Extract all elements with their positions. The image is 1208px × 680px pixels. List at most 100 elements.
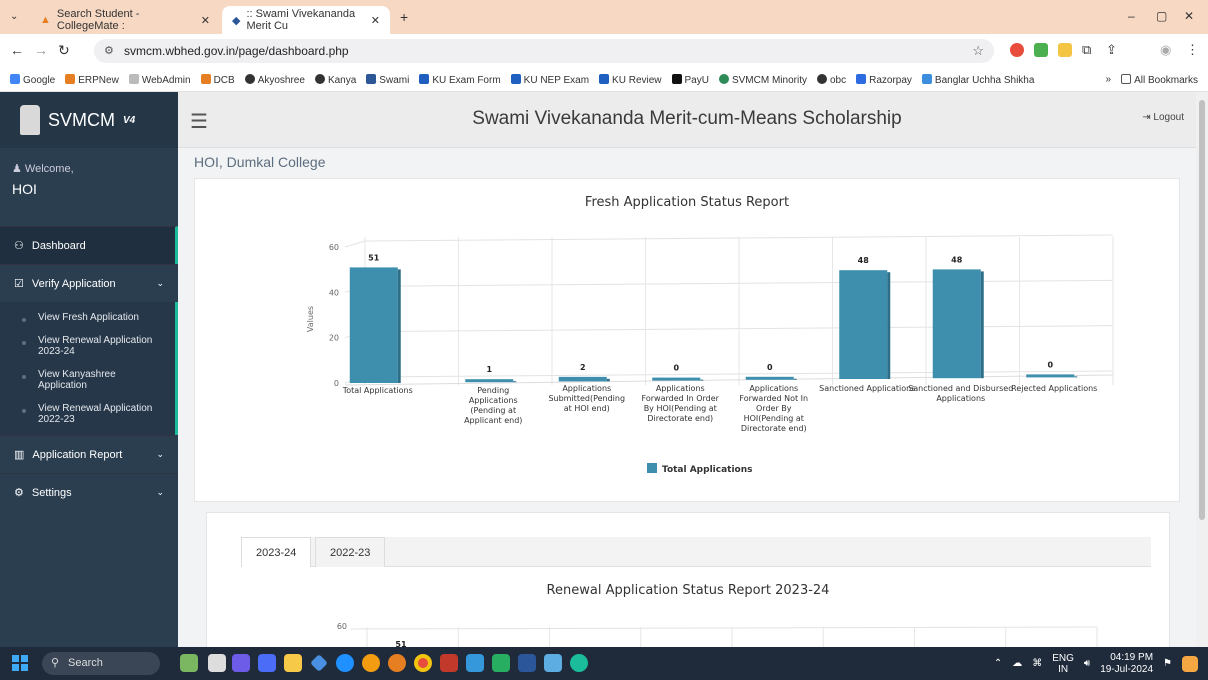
data-label: 51 (368, 253, 380, 262)
bar-chart-icon: ▥ (14, 449, 25, 461)
site-info-icon[interactable]: ⚙ (104, 39, 114, 63)
scrollbar-thumb[interactable] (1199, 100, 1205, 520)
restore-button[interactable]: ▢ (1156, 9, 1167, 23)
bookmark-payu[interactable]: PayU (671, 73, 709, 86)
volume-icon[interactable]: 🔊︎ (1084, 658, 1090, 669)
bar-side (700, 379, 704, 381)
x-tick-label: Rejected Applications (1011, 384, 1097, 393)
network-icon[interactable]: ⌘ (1032, 658, 1042, 669)
sidebar-item-application-report[interactable]: ▥ Application Report ⌄ (0, 435, 178, 473)
bookmark-svmcm-minority[interactable]: SVMCM Minority (718, 73, 807, 86)
start-button[interactable] (12, 655, 28, 671)
bar (839, 270, 888, 379)
chevron-up-icon[interactable]: ⌃ (994, 658, 1002, 669)
bookmark-google[interactable]: Google (10, 73, 55, 86)
banglar-icon (921, 73, 932, 84)
data-label: 48 (951, 255, 963, 264)
forward-icon[interactable]: → (34, 42, 48, 58)
close-icon[interactable]: ✕ (201, 14, 210, 27)
bookmark-banglar-uchha-shikha[interactable]: Banglar Uchha Shikha (921, 73, 1034, 86)
all-bookmarks-button[interactable]: All Bookmarks (1121, 73, 1198, 86)
minimize-button[interactable]: – (1128, 9, 1135, 23)
new-tab-button[interactable]: + (400, 9, 408, 25)
star-icon[interactable]: ☆ (972, 39, 984, 63)
edge-icon[interactable] (336, 654, 354, 672)
back-icon[interactable]: ← (10, 42, 24, 58)
sidebar-item-dashboard[interactable]: ⚇ Dashboard (0, 226, 178, 264)
adblock-extension-icon[interactable] (1010, 43, 1024, 57)
sidebar: SVMCM V4 ♟ Welcome, HOI ⚇ Dashboard ☑ Ver… (0, 92, 178, 647)
globe-icon (314, 73, 325, 84)
browser-tab-svmcm[interactable]: ◆ :: Swami Vivekananda Merit Cu ✕ (222, 6, 390, 34)
extension-icon[interactable] (1058, 43, 1072, 57)
notification-icon[interactable]: ⚑ (1163, 658, 1172, 669)
tab-search-icon[interactable]: ⌄ (10, 11, 18, 22)
chevron-down-icon: ⌄ (156, 449, 164, 459)
bar (465, 379, 514, 383)
browser-tab-collegemate[interactable]: ▲ Search Student - CollegeMate : ✕ (30, 6, 220, 34)
chrome-icon[interactable] (414, 654, 432, 672)
weather-app-icon[interactable] (180, 654, 198, 672)
bookmark-kanya[interactable]: Kanya (314, 73, 356, 86)
teams-work-icon[interactable] (258, 654, 276, 672)
globe-icon (244, 73, 255, 84)
bar (558, 376, 607, 382)
notepad-icon[interactable] (544, 654, 562, 672)
bookmark-razorpay[interactable]: Razorpay (856, 73, 912, 86)
logout-button[interactable]: ⇥ Logout (1142, 112, 1184, 123)
close-window-button[interactable]: ✕ (1184, 9, 1194, 23)
firefox-icon[interactable] (388, 654, 406, 672)
taskbar-search[interactable]: ⚲ Search (42, 652, 160, 675)
onedrive-icon[interactable]: ☁ (1012, 658, 1022, 669)
submenu-view-kanyashree[interactable]: View Kanyashree Application (0, 363, 175, 397)
page-scrollbar[interactable] (1196, 92, 1208, 647)
x-tick-label: Applications Forwarded Not In Order By HOI(… (739, 384, 808, 433)
svmcm-icon (366, 73, 377, 84)
acrobat-icon[interactable] (440, 654, 458, 672)
extensions-puzzle-icon[interactable]: ⧉ (1082, 42, 1091, 58)
chevron-down-icon: ⌄ (156, 487, 164, 497)
bar-side (793, 378, 797, 380)
url-field[interactable]: ⚙ svmcm.wbhed.gov.in/page/dashboard.php … (94, 39, 994, 63)
profile-icon[interactable]: ⇪ (1106, 42, 1117, 58)
app-icon[interactable] (466, 654, 484, 672)
word-icon[interactable] (518, 654, 536, 672)
language-indicator[interactable]: ENG IN (1052, 653, 1074, 675)
submenu-view-fresh-application[interactable]: View Fresh Application (0, 306, 175, 329)
erp-icon (65, 73, 76, 84)
bookmark-dcb[interactable]: DCB (200, 73, 235, 86)
bookmark-ku-nep-exam[interactable]: KU NEP Exam (510, 73, 589, 86)
menu-kebab-icon[interactable]: ⋮ (1186, 42, 1199, 58)
clock[interactable]: 04:19 PM 19-Jul-2024 (1100, 652, 1153, 676)
dashboard-icon: ⚇ (14, 240, 24, 252)
sidebar-item-verify-application[interactable]: ☑ Verify Application ⌄ (0, 264, 178, 302)
bookmark-webadmin[interactable]: WebAdmin (128, 73, 191, 86)
bookmark-ku-exam-form[interactable]: KU Exam Form (419, 73, 501, 86)
task-view-icon[interactable] (208, 654, 226, 672)
x-tick-label: Sanctioned and Disbursed Applications (908, 384, 1013, 403)
excel-icon[interactable] (492, 654, 510, 672)
whatsapp-icon[interactable] (570, 654, 588, 672)
bookmark-ku-review[interactable]: KU Review (599, 73, 662, 86)
bookmark-swami[interactable]: Swami (366, 73, 409, 86)
copilot-icon[interactable] (1182, 655, 1198, 672)
bookmark-erpnew[interactable]: ERPNew (65, 73, 119, 86)
fresh-application-chart: 0204060Values51Total Applications1Pendin… (306, 234, 1114, 475)
submenu-view-renewal-2022-23[interactable]: View Renewal Application 2022-23 (0, 397, 175, 431)
submenu-view-renewal-2023-24[interactable]: View Renewal Application 2023-24 (0, 329, 175, 363)
app-icon[interactable] (310, 654, 328, 672)
more-bookmarks-button[interactable]: » (1106, 74, 1112, 85)
bookmark-akyoshree[interactable]: Akyoshree (244, 73, 305, 86)
bookmark-obc[interactable]: obc (816, 73, 846, 86)
search-app-icon[interactable] (362, 654, 380, 672)
extension-icon[interactable] (1034, 43, 1048, 57)
sidebar-item-settings[interactable]: ⚙ Settings ⌄ (0, 473, 178, 511)
teams-icon[interactable] (232, 654, 250, 672)
reload-icon[interactable]: ↻ (58, 42, 70, 59)
close-icon[interactable]: ✕ (371, 14, 380, 27)
brand[interactable]: SVMCM V4 (0, 92, 178, 148)
file-explorer-icon[interactable] (284, 654, 302, 672)
account-icon[interactable]: ◉ (1160, 42, 1171, 58)
data-label: 51 (395, 640, 407, 647)
globe-icon (816, 73, 827, 84)
